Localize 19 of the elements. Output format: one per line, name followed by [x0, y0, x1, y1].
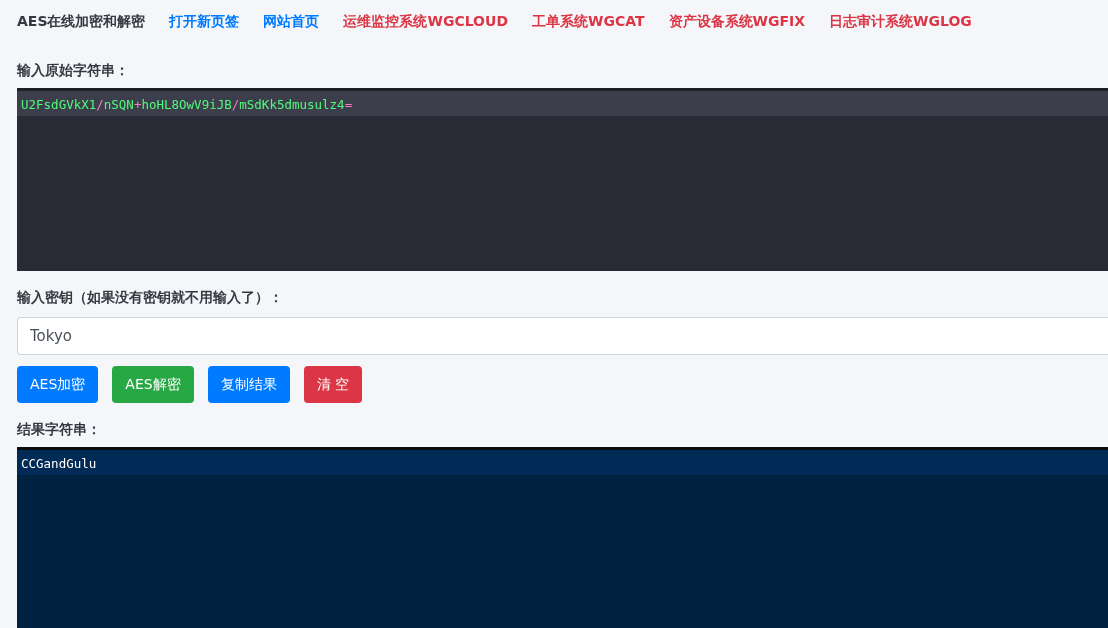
field-label: 输入原始字符串： [17, 61, 130, 80]
field-label: 结果字符串： [17, 420, 102, 439]
nav-link[interactable]: 运维监控系统WGCLOUD [343, 13, 508, 31]
code-editor[interactable]: U2FsdGVkX1/nSQN+hoHL8OwV9iJB/mSdKk5dmusulz4= [17, 88, 1108, 271]
key-input-field[interactable]: Tokyo [17, 317, 1108, 355]
editor-text: CCGandGulu [21, 456, 97, 471]
nav-link[interactable]: 资产设备系统WGFIX [668, 13, 806, 31]
site-title[interactable]: AES在线加密和解密 [17, 13, 146, 31]
nav-link[interactable]: 工单系统WGCAT [532, 13, 645, 31]
action-button[interactable]: 复制结果 [207, 366, 290, 403]
action-button[interactable]: AES解密 [112, 366, 194, 403]
nav-link[interactable]: 日志审计系统WGLOG [829, 13, 972, 31]
nav-link[interactable]: 网站首页 [263, 13, 320, 31]
nav-link[interactable]: 打开新页签 [169, 13, 240, 31]
action-button[interactable]: AES加密 [17, 366, 99, 403]
action-button[interactable]: 清 空 [303, 366, 363, 403]
field-label: 输入密钥（如果没有密钥就不用输入了）： [17, 288, 284, 307]
result-editor[interactable]: CCGandGulu [17, 447, 1108, 628]
editor-text: U2FsdGVkX1/nSQN+hoHL8OwV9iJB/mSdKk5dmusulz4= [21, 97, 353, 112]
